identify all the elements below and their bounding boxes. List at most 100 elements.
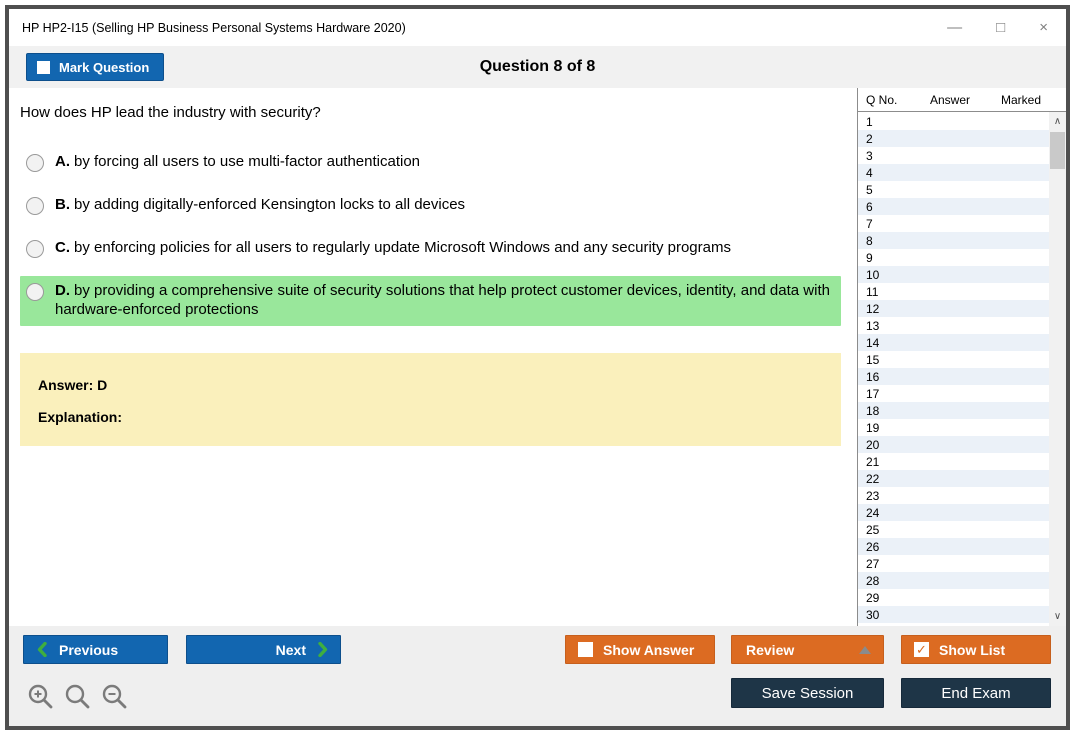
- option-b-body: by adding digitally-enforced Kensington …: [74, 196, 466, 213]
- question-list-row[interactable]: 26: [858, 538, 1049, 555]
- option-b-text: B. by adding digitally-enforced Kensingto…: [55, 196, 465, 215]
- option-b-radio[interactable]: [26, 197, 44, 215]
- question-list-row[interactable]: 4: [858, 164, 1049, 181]
- option-d-radio[interactable]: [26, 283, 44, 301]
- question-list-row[interactable]: 22: [858, 470, 1049, 487]
- question-list-row[interactable]: 30: [858, 606, 1049, 623]
- question-list-row[interactable]: 17: [858, 385, 1049, 402]
- option-c-radio[interactable]: [26, 240, 44, 258]
- window-controls: — □ ×: [947, 20, 1048, 35]
- question-list-row[interactable]: 2: [858, 130, 1049, 147]
- question-list-scrollbar[interactable]: ∧ ∨: [1049, 112, 1066, 626]
- zoom-out-icon[interactable]: [101, 683, 128, 710]
- end-exam-button[interactable]: End Exam: [901, 678, 1051, 708]
- zoom-in-icon[interactable]: [27, 683, 54, 710]
- question-list-row[interactable]: 23: [858, 487, 1049, 504]
- review-label: Review: [746, 641, 795, 658]
- mark-question-button[interactable]: Mark Question: [26, 53, 165, 81]
- option-a-body: by forcing all users to use multi-factor…: [74, 153, 421, 170]
- question-list-row[interactable]: 6: [858, 198, 1049, 215]
- question-list-row[interactable]: 21: [858, 453, 1049, 470]
- next-label: Next: [275, 641, 306, 658]
- question-number: 12: [866, 301, 880, 316]
- question-number: 8: [866, 233, 873, 248]
- save-session-label: Save Session: [761, 684, 854, 702]
- question-number: 9: [866, 250, 873, 265]
- option-d-text: D. by providing a comprehensive suite of …: [55, 282, 837, 320]
- option-b-letter: B.: [55, 196, 70, 213]
- question-number: 11: [866, 284, 879, 299]
- next-button[interactable]: Next: [186, 635, 341, 664]
- question-number: 30: [866, 607, 880, 622]
- option-c-text: C. by enforcing policies for all users to…: [55, 239, 731, 258]
- question-list-row[interactable]: 14: [858, 334, 1049, 351]
- close-icon[interactable]: ×: [1039, 20, 1048, 35]
- previous-label: Previous: [59, 641, 119, 658]
- scrollbar-thumb[interactable]: [1050, 132, 1065, 169]
- question-list-row[interactable]: 12: [858, 300, 1049, 317]
- option-d-body: by providing a comprehensive suite of se…: [55, 282, 830, 318]
- question-list-row[interactable]: 15: [858, 351, 1049, 368]
- question-list-row[interactable]: 1: [858, 113, 1049, 130]
- maximize-icon[interactable]: □: [996, 20, 1005, 35]
- main-area: How does HP lead the industry with secur…: [9, 88, 1066, 626]
- question-number: 4: [866, 165, 873, 180]
- option-a-radio[interactable]: [26, 154, 44, 172]
- question-number: 13: [866, 318, 880, 333]
- question-list-row[interactable]: 8: [858, 232, 1049, 249]
- question-list-row[interactable]: 16: [858, 368, 1049, 385]
- option-d[interactable]: D. by providing a comprehensive suite of …: [20, 276, 841, 326]
- end-exam-label: End Exam: [941, 684, 1011, 702]
- question-list-row[interactable]: 27: [858, 555, 1049, 572]
- question-list-row[interactable]: 29: [858, 589, 1049, 606]
- show-answer-checkbox[interactable]: [578, 642, 593, 657]
- question-list-row[interactable]: 11: [858, 283, 1049, 300]
- question-list-row[interactable]: 28: [858, 572, 1049, 589]
- question-number: 7: [866, 216, 873, 231]
- question-number: 16: [866, 369, 880, 384]
- question-list-row[interactable]: 18: [858, 402, 1049, 419]
- question-number: 28: [866, 573, 880, 588]
- question-list-row[interactable]: 13: [858, 317, 1049, 334]
- question-list-row[interactable]: 19: [858, 419, 1049, 436]
- show-list-label: Show List: [939, 641, 1006, 658]
- option-d-letter: D.: [55, 282, 70, 299]
- scroll-down-icon[interactable]: ∨: [1049, 608, 1066, 625]
- question-number: 19: [866, 420, 880, 435]
- option-c-letter: C.: [55, 239, 70, 256]
- question-list-row[interactable]: 20: [858, 436, 1049, 453]
- question-number: 24: [866, 505, 880, 520]
- question-number: 15: [866, 352, 880, 367]
- option-b[interactable]: B. by adding digitally-enforced Kensingto…: [20, 190, 841, 221]
- question-text: How does HP lead the industry with secur…: [20, 104, 321, 121]
- zoom-controls: [27, 683, 128, 710]
- minimize-icon[interactable]: —: [947, 20, 962, 35]
- option-a[interactable]: A. by forcing all users to use multi-fact…: [20, 147, 841, 178]
- header-bar: Mark Question Question 8 of 8: [9, 46, 1066, 88]
- question-list-row[interactable]: 5: [858, 181, 1049, 198]
- review-button[interactable]: Review: [731, 635, 884, 664]
- scroll-up-icon[interactable]: ∧: [1049, 113, 1066, 130]
- show-answer-button[interactable]: Show Answer: [565, 635, 715, 664]
- question-list-row[interactable]: 10: [858, 266, 1049, 283]
- chevron-left-icon: [37, 642, 47, 657]
- option-c[interactable]: C. by enforcing policies for all users to…: [20, 233, 841, 264]
- app-window: HP HP2-I15 (Selling HP Business Personal…: [5, 5, 1070, 730]
- question-list-row[interactable]: 9: [858, 249, 1049, 266]
- chevron-right-icon: [318, 642, 328, 657]
- question-list-row[interactable]: 25: [858, 521, 1049, 538]
- show-list-checkbox[interactable]: ✓: [914, 642, 929, 657]
- show-list-button[interactable]: ✓ Show List: [901, 635, 1051, 664]
- question-number: 10: [866, 267, 880, 282]
- zoom-icon[interactable]: [64, 683, 91, 710]
- column-answer: Answer: [929, 92, 970, 107]
- question-list-row[interactable]: 3: [858, 147, 1049, 164]
- column-qno: Q No.: [866, 92, 898, 107]
- question-list-row[interactable]: 24: [858, 504, 1049, 521]
- question-list-row[interactable]: 7: [858, 215, 1049, 232]
- save-session-button[interactable]: Save Session: [731, 678, 884, 708]
- mark-question-checkbox[interactable]: [37, 60, 50, 74]
- screenshot-page: HP HP2-I15 (Selling HP Business Personal…: [0, 0, 1075, 735]
- question-list-header: Q No. Answer Marked: [858, 88, 1066, 112]
- previous-button[interactable]: Previous: [23, 635, 168, 664]
